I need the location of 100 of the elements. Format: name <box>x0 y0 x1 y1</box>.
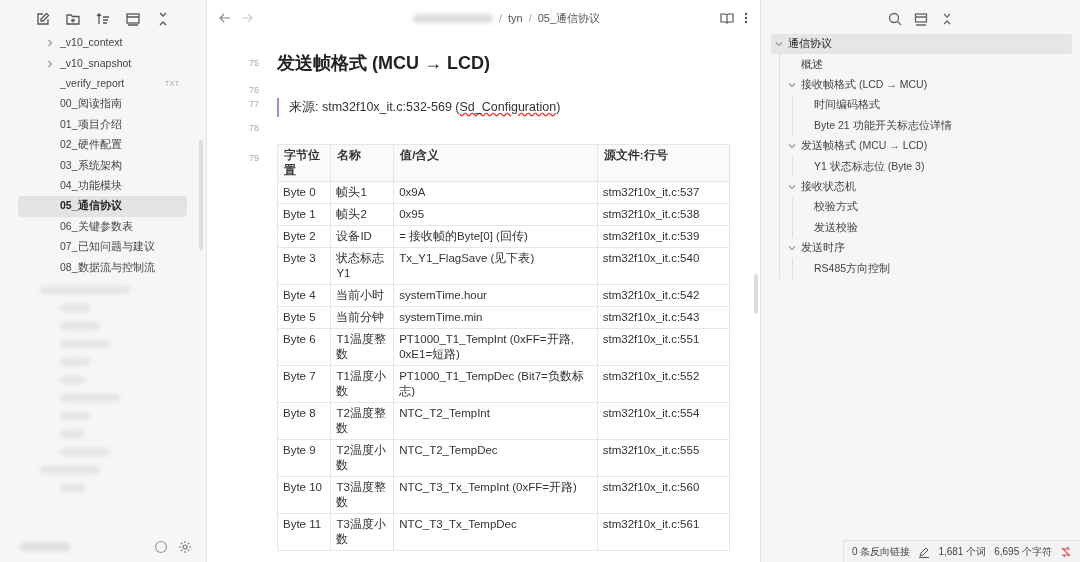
file-tree-item[interactable]: 04_功能模块 <box>18 175 187 197</box>
table-cell: 设备ID <box>330 225 394 248</box>
table-cell: = 接收帧的Byte[0] (回传) <box>393 225 598 248</box>
breadcrumb-separator: / <box>498 10 502 26</box>
table-cell: PT1000_T1_TempDec (Bit7=负数标志) <box>393 365 598 403</box>
new-folder-icon[interactable] <box>65 11 81 27</box>
table-cell: stm32f10x_it.c:538 <box>597 203 730 226</box>
heading: 发送帧格式 (MCU → LCD) <box>277 52 490 75</box>
table-cell: stm32f10x_it.c:554 <box>597 402 730 440</box>
chevron-icon <box>46 39 54 48</box>
table-cell: T1温度小数 <box>330 365 394 403</box>
table-cell: Byte 6 <box>277 328 331 366</box>
file-tree-item[interactable]: 03_系统架构 <box>18 155 187 176</box>
outline-item[interactable]: Y1 状态标志位 (Byte 3) <box>771 156 1072 177</box>
collapse-panel-icon[interactable] <box>125 11 141 27</box>
outline-item[interactable]: 接收状态机 <box>771 176 1072 198</box>
table-cell: stm32f10x_it.c:543 <box>597 306 730 329</box>
file-tree-item[interactable]: 01_项目介绍 <box>18 114 187 135</box>
table-cell: NTC_T2_TempInt <box>393 402 598 440</box>
column-header: 值/含义 <box>393 144 598 182</box>
collapse-panel-icon[interactable] <box>913 12 928 26</box>
table-cell: 状态标志Y1 <box>330 247 394 285</box>
table-cell: PT1000_T1_TempInt (0xFF=开路, 0xE1=短路) <box>393 328 598 366</box>
backlinks-count[interactable]: 0 条反向链接 <box>852 544 911 559</box>
table-cell: Byte 11 <box>277 513 331 551</box>
table-cell: Byte 5 <box>277 306 331 329</box>
line-number: 77 <box>248 98 259 111</box>
table-cell: 0x9A <box>393 181 598 204</box>
new-note-icon[interactable] <box>35 11 51 27</box>
table-cell: T2温度整数 <box>330 402 394 440</box>
table-cell: Byte 4 <box>277 284 331 307</box>
settings-icon[interactable] <box>178 540 192 554</box>
word-count: 1,681 个词 <box>938 545 987 559</box>
book-icon[interactable] <box>720 11 734 25</box>
outline-item[interactable]: 时间编码格式 <box>771 95 1072 116</box>
outline-item[interactable]: Byte 21 功能开关标志位详情 <box>771 115 1072 136</box>
table-cell: T2温度小数 <box>330 439 394 477</box>
line-number: 78 <box>248 122 259 135</box>
table-cell: 帧头2 <box>330 203 394 226</box>
outline-item[interactable]: RS485方向控制 <box>771 258 1072 279</box>
character-count: 6,695 个字符 <box>994 545 1052 559</box>
table-cell: T3温度整数 <box>330 476 394 514</box>
file-tree-item[interactable]: 07_已知问题与建议 <box>18 236 187 258</box>
table-cell: stm32f10x_it.c:542 <box>597 284 730 307</box>
outline-item[interactable]: 通信协议 <box>771 34 1072 55</box>
outline-item[interactable]: 概述 <box>771 54 1072 75</box>
outline-item[interactable]: 校验方式 <box>771 197 1072 218</box>
column-header: 字节位置 <box>277 144 331 182</box>
table-cell: Byte 1 <box>277 203 331 226</box>
table-cell: stm32f10x_it.c:560 <box>597 476 730 514</box>
search-icon[interactable] <box>887 12 902 26</box>
file-tree-item[interactable]: 02_硬件配置 <box>18 134 187 156</box>
scrollbar[interactable] <box>754 274 758 314</box>
file-tree-item[interactable]: _v10_context <box>18 33 187 54</box>
file-tree-item[interactable]: 05_通信协议 <box>18 196 187 217</box>
table-cell: systemTime.min <box>393 306 598 329</box>
file-tree-item[interactable]: 06_关键参数表 <box>18 216 187 237</box>
outline-item[interactable]: 接收帧格式 (LCD → MCU) <box>771 74 1072 96</box>
outline-item[interactable]: 发送校验 <box>771 217 1072 238</box>
table-cell: 当前小时 <box>330 284 394 307</box>
file-tree-item[interactable]: 08_数据流与控制流 <box>18 257 187 278</box>
table-cell: Byte 8 <box>277 402 331 440</box>
sync-error-icon[interactable] <box>1060 545 1072 558</box>
blockquote: 来源: stm32f10x_it.c:532-569 (Sd_Configuration) <box>277 98 561 117</box>
chevron-icon <box>788 142 796 151</box>
table-cell: NTC_T3_Tx_TempInt (0xFF=开路) <box>393 476 598 514</box>
table-cell: stm32f10x_it.c:551 <box>597 328 730 366</box>
chevron-icon <box>788 80 796 89</box>
table-cell: stm32f10x_it.c:552 <box>597 365 730 403</box>
table-cell: stm32f10x_it.c:539 <box>597 225 730 248</box>
table-cell: 当前分钟 <box>330 306 394 329</box>
breadcrumb-item[interactable]: 05_通信协议 <box>537 9 601 27</box>
table-cell: Tx_Y1_FlagSave (见下表) <box>393 247 598 285</box>
chevron-icon <box>788 244 796 253</box>
table-cell: Byte 0 <box>277 181 331 204</box>
table-cell: Byte 10 <box>277 476 331 514</box>
table-cell: Byte 7 <box>277 365 331 403</box>
line-number: 79 <box>248 152 259 165</box>
file-tree-item[interactable]: 00_阅读指南 <box>18 94 187 115</box>
back-arrow-icon[interactable] <box>219 12 231 24</box>
table-cell: 0x95 <box>393 203 598 226</box>
table-cell: stm32f10x_it.c:555 <box>597 439 730 477</box>
table-cell: T1温度整数 <box>330 328 394 366</box>
table-cell: NTC_T2_TempDec <box>393 439 598 477</box>
more-options-icon[interactable] <box>744 12 748 24</box>
table-cell: stm32f10x_it.c:540 <box>597 247 730 285</box>
outline-item[interactable]: 发送帧格式 (MCU → LCD) <box>771 135 1072 157</box>
file-tree-item[interactable]: _v10_snapshot <box>18 53 187 74</box>
table-cell: Byte 3 <box>277 247 331 285</box>
chevron-icon <box>788 182 796 191</box>
sort-icon[interactable] <box>95 11 111 27</box>
line-number: 75 <box>248 57 259 70</box>
table-cell: NTC_T3_Tx_TempDec <box>393 513 598 551</box>
table-cell: stm32f10x_it.c:561 <box>597 513 730 551</box>
table-cell: stm32f10x_it.c:537 <box>597 181 730 204</box>
outline-item[interactable]: 发送时序 <box>771 237 1072 259</box>
breadcrumb-item[interactable]: tyn <box>507 9 523 27</box>
table-cell: 帧头1 <box>330 181 394 204</box>
edit-icon[interactable] <box>918 545 931 558</box>
table-cell: T3温度小数 <box>330 513 394 551</box>
